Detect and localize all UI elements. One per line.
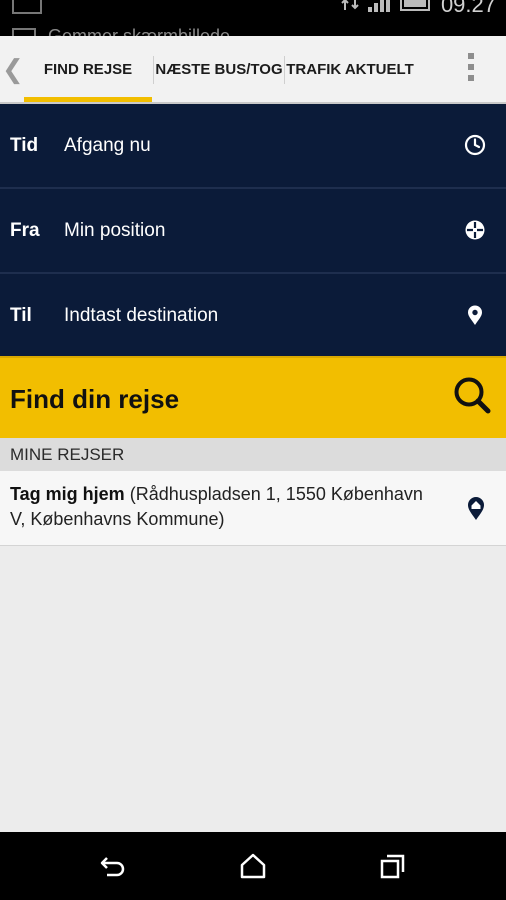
home-icon[interactable]	[238, 852, 268, 880]
time-row[interactable]: Tid Afgang nu	[0, 104, 506, 189]
tab-naeste-bus-tog[interactable]: NÆSTE BUS/TOG	[154, 36, 284, 102]
saved-trip-name: Tag mig hjem	[10, 484, 125, 504]
screenshot-notification-icon	[12, 0, 42, 14]
status-ticker: Gemmer skærmbillede	[12, 26, 230, 36]
from-row[interactable]: Fra Min position	[0, 189, 506, 274]
status-bar: Gemmer skærmbillede 09.27	[0, 0, 506, 36]
status-ticker-text: Gemmer skærmbillede	[48, 26, 231, 36]
home-pin-icon[interactable]	[466, 495, 486, 521]
to-row[interactable]: Til Indtast destination	[0, 274, 506, 357]
chevron-left-icon[interactable]: ❮	[2, 54, 24, 84]
from-label: Fra	[10, 220, 40, 241]
clock-icon[interactable]	[464, 134, 486, 156]
location-pin-icon[interactable]	[464, 304, 486, 326]
tab-trafik-aktuelt[interactable]: TRAFIK AKTUELT	[285, 36, 415, 102]
saved-trip-text: Tag mig hjem (Rådhuspladsen 1, 1550 Købe…	[10, 482, 430, 532]
status-clock: 09.27	[440, 0, 496, 17]
back-icon[interactable]	[98, 852, 128, 880]
tab-find-rejse[interactable]: FIND REJSE	[24, 36, 152, 102]
to-label: Til	[10, 305, 32, 326]
time-value[interactable]: Afgang nu	[64, 104, 151, 187]
from-value[interactable]: Min position	[64, 189, 165, 272]
crosshair-icon[interactable]	[464, 219, 486, 241]
signal-icon	[368, 0, 390, 12]
recent-apps-icon[interactable]	[378, 852, 408, 880]
to-input[interactable]: Indtast destination	[64, 274, 218, 357]
search-icon	[454, 377, 491, 414]
system-nav-bar	[0, 832, 506, 900]
find-journey-label: Find din rejse	[10, 384, 180, 414]
saved-trip-item[interactable]: Tag mig hjem (Rådhuspladsen 1, 1550 Købe…	[0, 471, 506, 546]
tab-bar: ❮ FIND REJSE NÆSTE BUS/TOG TRAFIK AKTUEL…	[0, 36, 506, 104]
my-trips-title: MINE REJSER	[10, 445, 125, 464]
journey-form: Tid Afgang nu Fra Min position Til Indta…	[0, 104, 506, 357]
data-transfer-icon	[341, 0, 359, 10]
overflow-menu-icon[interactable]	[466, 53, 476, 85]
time-label: Tid	[10, 135, 39, 156]
find-journey-button[interactable]: Find din rejse	[0, 356, 506, 440]
screenshot-icon	[12, 28, 36, 36]
battery-icon	[400, 0, 430, 11]
my-trips-header: MINE REJSER	[0, 438, 506, 471]
